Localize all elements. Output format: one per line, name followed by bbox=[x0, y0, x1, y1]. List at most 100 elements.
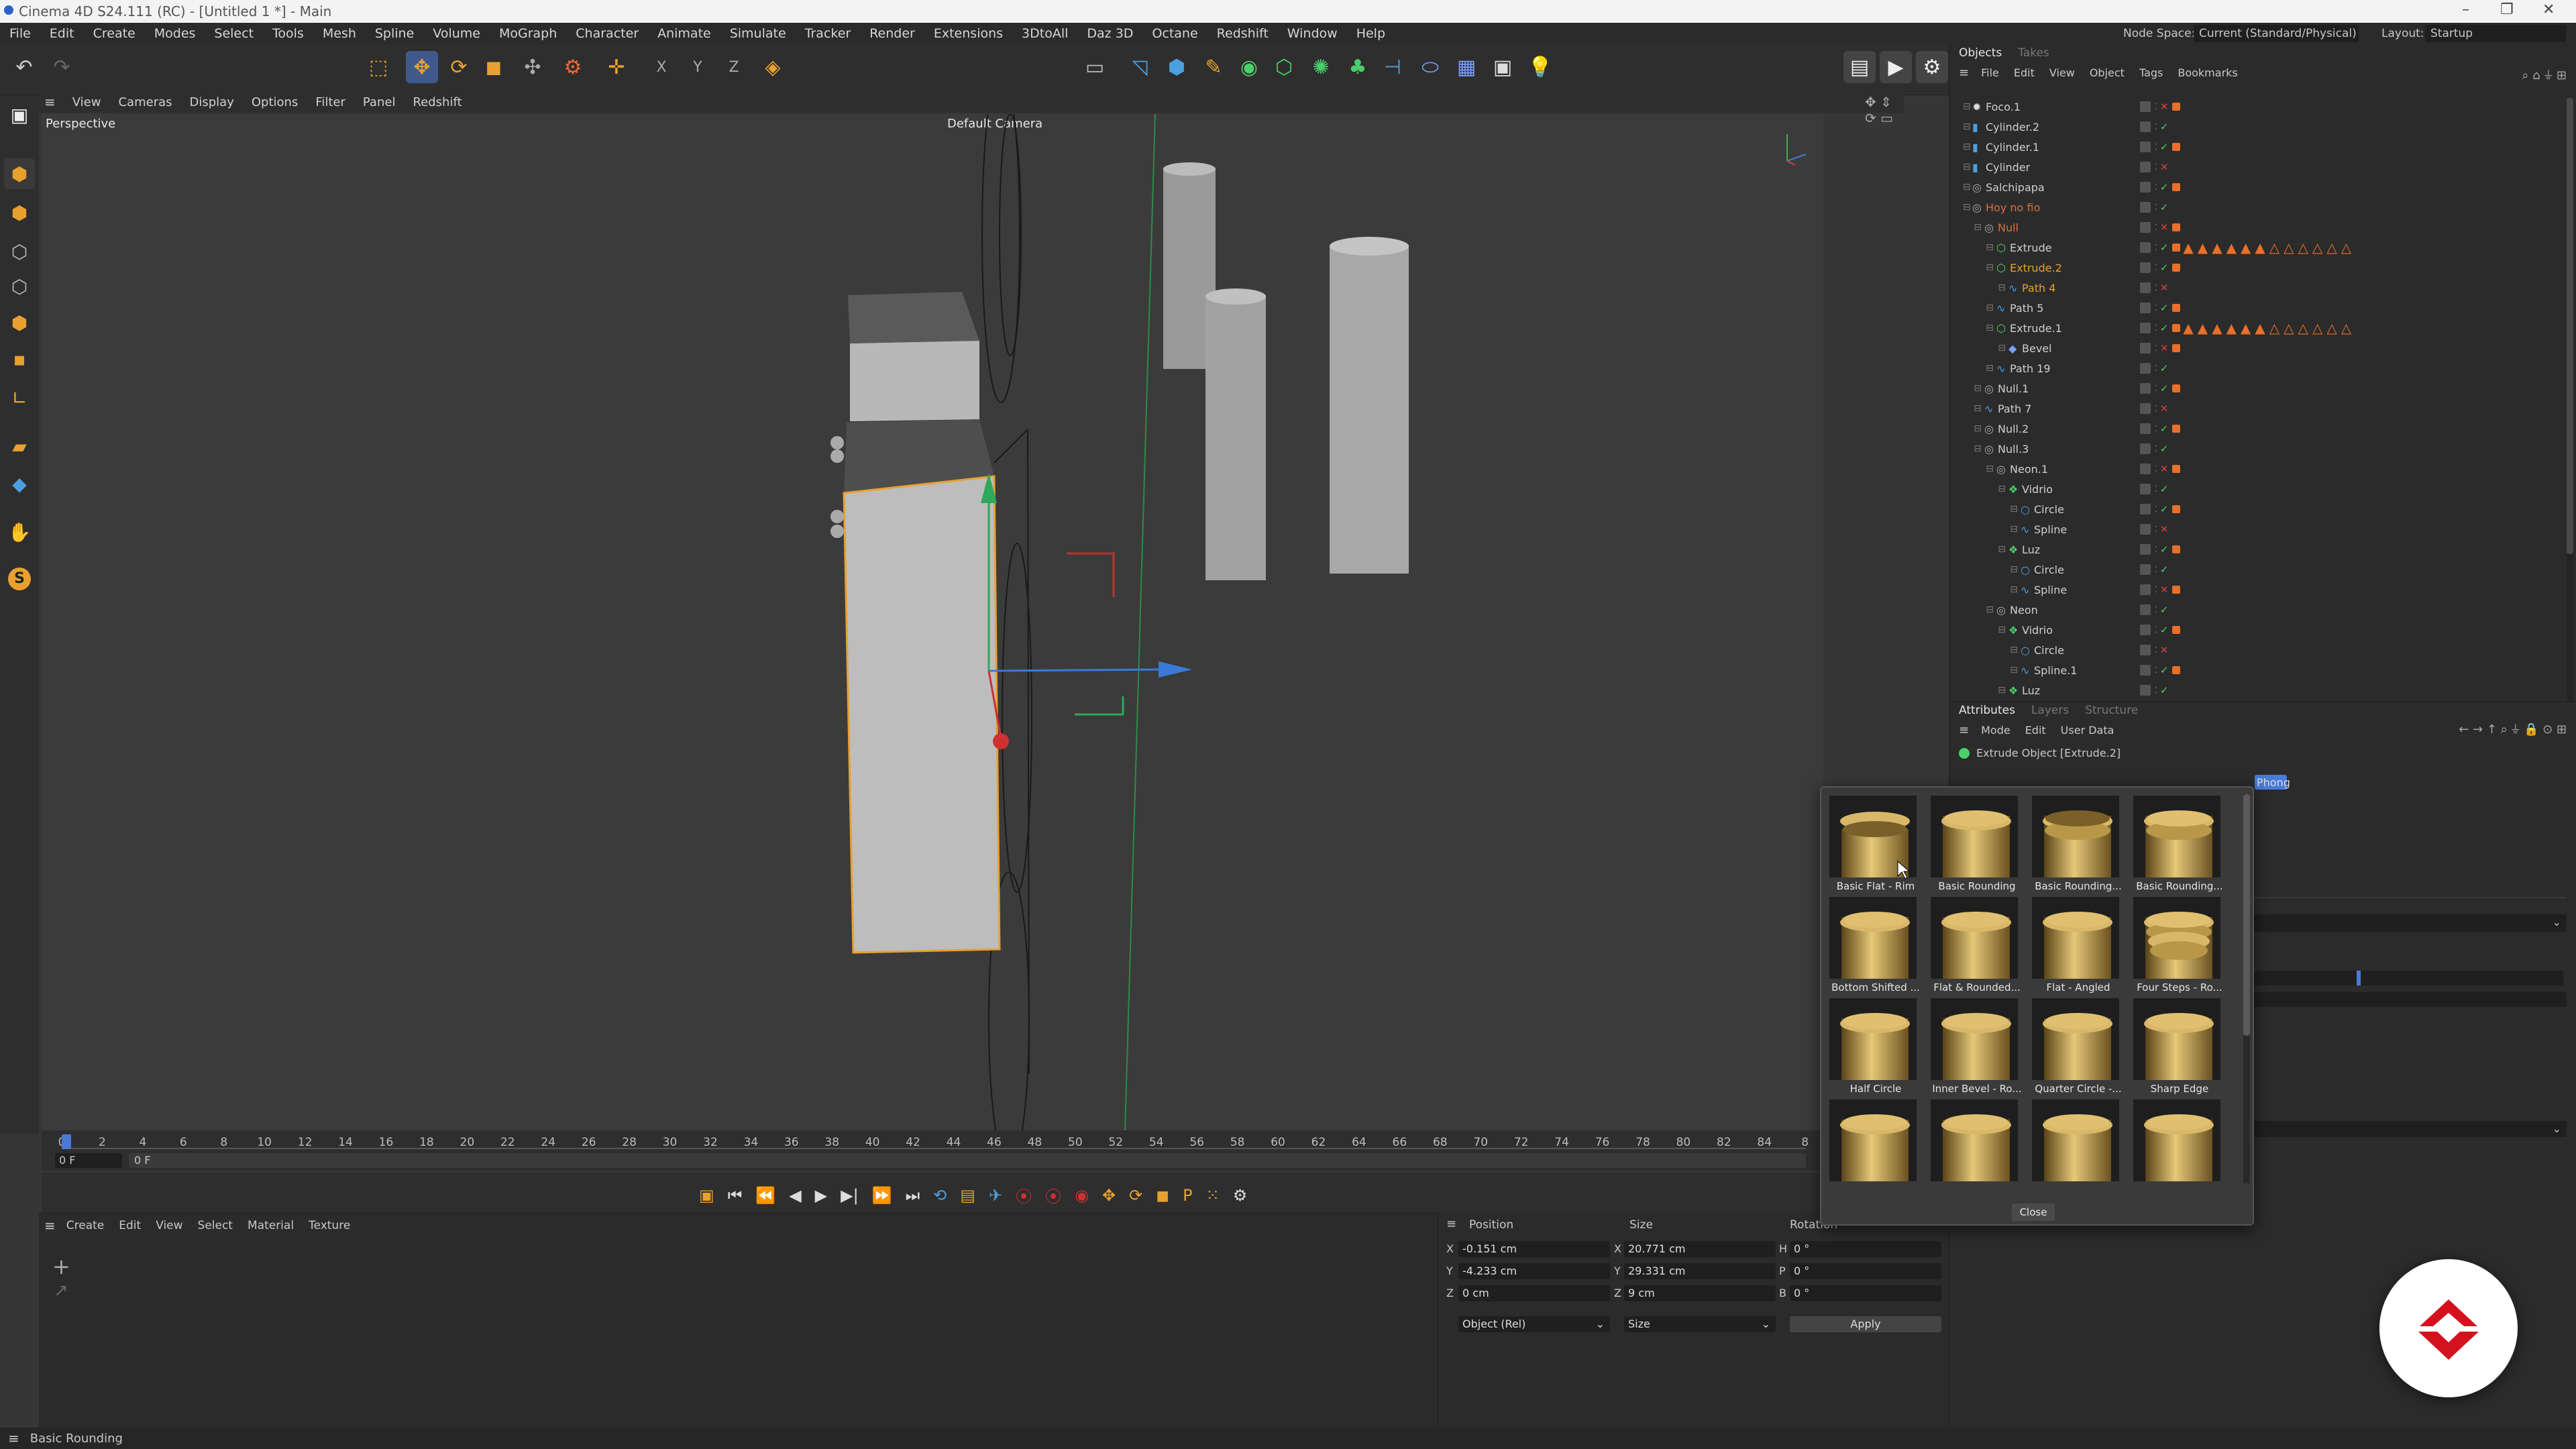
object-mode-icon[interactable]: ⬢ bbox=[4, 158, 35, 189]
expand-toggle-icon[interactable]: ⊟ bbox=[1963, 363, 1996, 374]
expand-toggle-icon[interactable]: ⊟ bbox=[1963, 202, 1972, 213]
lock-x-axis-icon[interactable]: X bbox=[645, 51, 678, 83]
size-field[interactable]: 20.771 cm bbox=[1624, 1241, 1776, 1257]
visibility-dots-icon[interactable]: ⁚ bbox=[2155, 484, 2157, 494]
hamburger-icon[interactable]: ≡ bbox=[44, 94, 56, 110]
bevel-preset-tile[interactable]: Quarter Circle -... bbox=[2029, 996, 2123, 1096]
playhead-marker[interactable] bbox=[62, 1134, 71, 1149]
transform-tool-icon[interactable]: ✣ bbox=[517, 51, 549, 83]
loop-icon[interactable]: ⟲ bbox=[933, 1186, 947, 1205]
object-row[interactable]: ⊟ ◎ Null.3 ⁚ ✓ bbox=[1963, 439, 2565, 459]
expand-toggle-icon[interactable]: ⊟ bbox=[1963, 464, 1996, 474]
enabled-check-icon[interactable]: ✕ bbox=[2160, 342, 2169, 354]
visibility-dots-icon[interactable]: ⁚ bbox=[2155, 142, 2157, 152]
spline-pen-icon[interactable]: ◹ bbox=[1124, 51, 1156, 83]
object-name[interactable]: Null.3 bbox=[1998, 443, 2140, 455]
object-row[interactable]: ⊟ ∿ Spline ⁚ ✕ bbox=[1963, 519, 2565, 539]
close-icon[interactable]: ✕ bbox=[2542, 1, 2555, 18]
visibility-dots-icon[interactable]: ⁚ bbox=[2155, 182, 2157, 192]
attribute-nav-icons[interactable]: ← → ↑ ⌕ ⏚ 🔒 ⊙ ⊞ bbox=[2459, 722, 2567, 737]
workplane-icon[interactable]: ▰ bbox=[4, 431, 35, 462]
size-field[interactable]: 29.331 cm bbox=[1624, 1263, 1776, 1279]
bevel-preset-tile[interactable]: Four Steps - Ro... bbox=[2131, 894, 2224, 995]
material-tag-icon[interactable] bbox=[2172, 425, 2181, 433]
key-scale-icon[interactable]: ◼ bbox=[1156, 1186, 1169, 1205]
object-name[interactable]: Bevel bbox=[2022, 342, 2140, 355]
menu-item-modes[interactable]: Modes bbox=[145, 23, 205, 44]
bevel-tag-icon[interactable]: △ bbox=[2312, 239, 2322, 256]
layer-icon[interactable] bbox=[2140, 202, 2151, 213]
bevel-tag-icon[interactable]: ▲ bbox=[2212, 320, 2222, 336]
material-tag-icon[interactable] bbox=[2172, 586, 2181, 594]
object-menu-object[interactable]: Object bbox=[2090, 66, 2125, 79]
redo-icon[interactable]: ↷ bbox=[46, 51, 78, 83]
subdivision-icon[interactable]: ◉ bbox=[1233, 51, 1265, 83]
visibility-dots-icon[interactable]: ⁚ bbox=[2155, 102, 2157, 111]
visibility-dots-icon[interactable]: ⁚ bbox=[2155, 122, 2157, 131]
enabled-check-icon[interactable]: ✓ bbox=[2160, 503, 2169, 515]
keyframe-mode-icon[interactable]: ▣ bbox=[699, 1186, 714, 1205]
menu-item-character[interactable]: Character bbox=[566, 23, 648, 44]
visibility-dots-icon[interactable]: ⁚ bbox=[2155, 343, 2157, 353]
object-row[interactable]: ⊟ ○ Circle ⁚ ✓ bbox=[1963, 499, 2565, 519]
material-tag-icon[interactable] bbox=[2172, 264, 2181, 272]
expand-toggle-icon[interactable]: ⊟ bbox=[1963, 584, 2021, 595]
render-active-icon[interactable]: ▶ bbox=[1880, 51, 1912, 83]
object-row[interactable]: ⊟ ∿ Spline ⁚ ✕ bbox=[1963, 580, 2565, 600]
enabled-check-icon[interactable]: ✕ bbox=[2160, 402, 2169, 415]
menu-item-3dtoall[interactable]: 3DtoAll bbox=[1012, 23, 1077, 44]
material-tag-icon[interactable] bbox=[2172, 304, 2181, 312]
viewport-menu-view[interactable]: View bbox=[64, 95, 110, 109]
expand-toggle-icon[interactable]: ⊟ bbox=[1963, 142, 1972, 152]
object-row[interactable]: ⊟ ◎ Salchipapa ⁚ ✓ bbox=[1963, 177, 2565, 197]
minimize-icon[interactable]: – bbox=[2462, 1, 2469, 18]
pen-tool-icon[interactable]: ✎ bbox=[1197, 51, 1230, 83]
cylinder[interactable] bbox=[1330, 245, 1409, 574]
menu-item-mesh[interactable]: Mesh bbox=[313, 23, 366, 44]
visibility-dots-icon[interactable]: ⁚ bbox=[2155, 605, 2157, 614]
object-row[interactable]: ⊟ ❖ Vidrio ⁚ ✓ bbox=[1963, 479, 2565, 499]
enabled-check-icon[interactable]: ✓ bbox=[2160, 362, 2169, 374]
expand-toggle-icon[interactable]: ⊟ bbox=[1963, 242, 1996, 253]
object-row[interactable]: ⊟ ⬡ Extrude.1 ⁚ ✓ ▲ ▲ ▲ ▲ ▲ ▲ △ △ △ △ △ △ bbox=[1963, 318, 2565, 338]
bevel-tag-icon[interactable]: △ bbox=[2269, 239, 2279, 256]
material-tag-icon[interactable] bbox=[2172, 223, 2181, 231]
expand-toggle-icon[interactable]: ⊟ bbox=[1963, 625, 2008, 635]
snapping-icon[interactable]: ◆ bbox=[4, 468, 35, 499]
render-settings-icon[interactable]: ⚙ bbox=[1916, 51, 1948, 83]
layer-icon[interactable] bbox=[2140, 645, 2151, 655]
prev-frame-icon[interactable]: ◀ bbox=[789, 1186, 801, 1205]
attr-slider-1[interactable] bbox=[2248, 971, 2563, 985]
expand-toggle-icon[interactable]: ⊟ bbox=[1963, 685, 2008, 696]
points-mode-icon[interactable]: ⬡ bbox=[4, 236, 35, 267]
object-name[interactable]: Circle bbox=[2034, 644, 2140, 657]
cube-primitive-icon[interactable]: ⬢ bbox=[1161, 51, 1193, 83]
layer-icon[interactable] bbox=[2140, 363, 2151, 374]
object-row[interactable]: ⊟ ◎ Null.1 ⁚ ✓ bbox=[1963, 378, 2565, 398]
bevel-preset-tile[interactable]: Flat & Rounded... bbox=[1928, 894, 2022, 995]
layer-icon[interactable] bbox=[2140, 323, 2151, 333]
visibility-dots-icon[interactable]: ⁚ bbox=[2155, 504, 2157, 514]
expand-toggle-icon[interactable]: ⊟ bbox=[1963, 383, 1984, 394]
go-to-start-icon[interactable]: ⏮ bbox=[728, 1186, 743, 1205]
object-search-icons[interactable]: ⌕ ⌂ ⏚ ⊞ bbox=[2522, 68, 2567, 83]
expand-toggle-icon[interactable]: ⊟ bbox=[1963, 162, 1972, 172]
render-view-icon[interactable]: ▭ bbox=[1079, 51, 1111, 83]
frame-range-bar[interactable]: 0 F bbox=[129, 1153, 1806, 1168]
object-name[interactable]: Cylinder.1 bbox=[1986, 141, 2140, 154]
menu-item-daz-3d[interactable]: Daz 3D bbox=[1077, 23, 1142, 44]
object-name[interactable]: Extrude bbox=[2010, 241, 2140, 254]
object-name[interactable]: Null.2 bbox=[1998, 423, 2140, 435]
object-scrollbar[interactable] bbox=[2567, 98, 2573, 702]
attribute-menu-user-data[interactable]: User Data bbox=[2061, 724, 2114, 737]
apply-button[interactable]: Apply bbox=[1790, 1316, 1941, 1332]
object-name[interactable]: Spline.1 bbox=[2034, 664, 2140, 677]
object-name[interactable]: Cylinder.2 bbox=[1986, 121, 2140, 133]
layer-icon[interactable] bbox=[2140, 484, 2151, 494]
expand-toggle-icon[interactable]: ⊟ bbox=[1963, 303, 1996, 313]
bevel-tag-icon[interactable]: ▲ bbox=[2226, 320, 2237, 336]
visibility-dots-icon[interactable]: ⁚ bbox=[2155, 645, 2157, 655]
object-name[interactable]: Luz bbox=[2022, 684, 2140, 697]
tab-phong[interactable]: Phong bbox=[2257, 776, 2290, 789]
prev-key-icon[interactable]: ⏪ bbox=[755, 1186, 775, 1205]
